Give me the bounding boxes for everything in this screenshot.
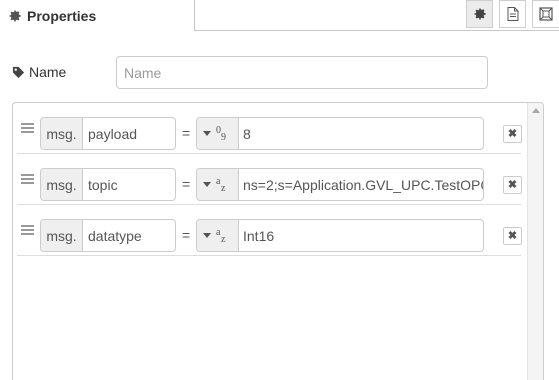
description-tab-button[interactable] (499, 0, 526, 28)
editor-header: Properties (0, 0, 559, 31)
delete-rule-button[interactable]: ✖ (503, 125, 522, 143)
gear-icon (9, 9, 21, 22)
value-field[interactable]: 09 8 (196, 117, 484, 150)
properties-tab[interactable]: Properties (0, 0, 194, 31)
property-name-input[interactable]: datatype (83, 220, 175, 251)
property-name-input[interactable]: payload (83, 118, 175, 149)
string-type-icon: az (216, 175, 226, 194)
equals-operator: = (182, 227, 191, 243)
frame-icon (539, 7, 553, 21)
property-type-selector[interactable]: msg. (41, 220, 83, 251)
property-type-selector[interactable]: msg. (41, 169, 83, 200)
property-field[interactable]: msg. topic (40, 168, 176, 201)
rules-list: msg. payload = 09 8 ✖ msg. topic = a z n… (12, 102, 544, 380)
number-type-icon: 09 (216, 124, 226, 143)
document-icon (507, 7, 518, 21)
equals-operator: = (182, 176, 191, 192)
value-type-selector[interactable]: az (197, 169, 239, 200)
property-name-input[interactable]: topic (83, 169, 175, 200)
header-toolbar (194, 0, 559, 31)
appearance-tab-button[interactable] (532, 0, 559, 28)
property-field[interactable]: msg. payload (40, 117, 176, 150)
property-field[interactable]: msg. datatype (40, 219, 176, 252)
rule-row: msg. topic = az ns=2;s=Application.GVL_U… (17, 154, 522, 205)
value-input[interactable]: 8 (239, 118, 483, 149)
equals-operator: = (182, 125, 191, 141)
value-field[interactable]: az Int16 (196, 219, 484, 252)
value-type-selector[interactable]: az (197, 220, 239, 251)
settings-tab-button[interactable] (466, 0, 493, 28)
delete-rule-button[interactable]: ✖ (503, 176, 522, 194)
value-type-selector[interactable]: 09 (197, 118, 239, 149)
string-type-icon: az (216, 226, 226, 245)
name-input[interactable] (116, 56, 488, 89)
drag-handle-icon[interactable] (21, 174, 34, 184)
name-label: Name (12, 64, 66, 80)
gear-icon (473, 8, 486, 20)
delete-rule-button[interactable]: ✖ (503, 227, 522, 245)
rule-row: msg. datatype = az Int16 ✖ (17, 205, 522, 256)
value-field[interactable]: az ns=2;s=Application.GVL_UPC.TestOPC (196, 168, 484, 201)
name-label-text: Name (29, 64, 67, 80)
scroll-up-arrow-icon[interactable] (532, 108, 540, 113)
list-scrollbar[interactable] (527, 103, 543, 380)
value-input[interactable]: ns=2;s=Application.GVL_UPC.TestOPC (239, 169, 483, 200)
caret-down-icon (203, 182, 211, 187)
drag-handle-icon[interactable] (21, 225, 34, 235)
panel-title: Properties (27, 7, 97, 24)
tag-icon (12, 66, 25, 78)
caret-down-icon (203, 131, 211, 136)
rule-row: msg. payload = 09 8 ✖ (17, 103, 522, 154)
caret-down-icon (203, 233, 211, 238)
property-type-selector[interactable]: msg. (41, 118, 83, 149)
drag-handle-icon[interactable] (21, 123, 34, 133)
value-input[interactable]: Int16 (239, 220, 483, 251)
